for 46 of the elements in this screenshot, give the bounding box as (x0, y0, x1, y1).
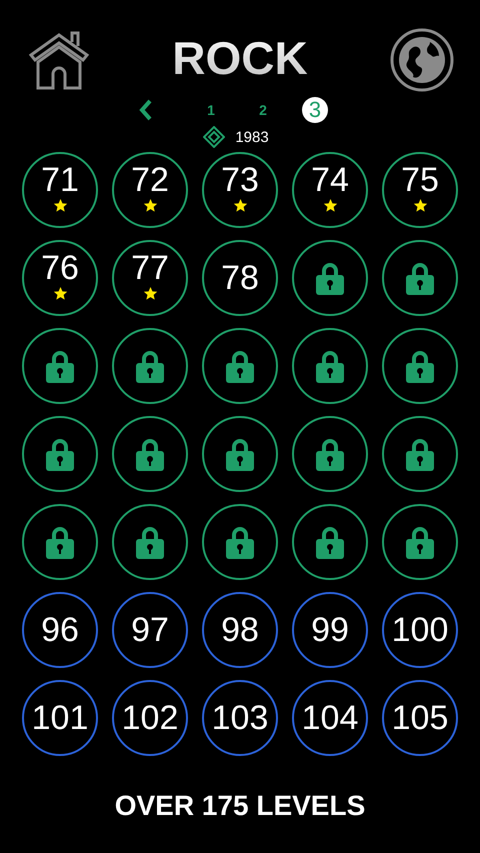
level-button[interactable]: 101 (22, 680, 98, 756)
level-button[interactable]: 74 (292, 152, 368, 228)
level-button[interactable]: 71 (22, 152, 98, 228)
padlock-icon (45, 437, 75, 471)
level-button[interactable]: 105 (382, 680, 458, 756)
padlock-icon (45, 349, 75, 383)
padlock-icon (315, 349, 345, 383)
padlock-icon (135, 525, 165, 559)
page-button[interactable]: 1 (198, 97, 224, 123)
level-button[interactable]: 98 (202, 592, 278, 668)
home-button[interactable] (28, 30, 90, 92)
level-button[interactable]: 76 (22, 240, 98, 316)
level-button[interactable]: 104 (292, 680, 368, 756)
back-button[interactable] (139, 99, 153, 121)
padlock-icon (315, 525, 345, 559)
level-button[interactable]: 103 (202, 680, 278, 756)
levels-caption: OVER 175 LEVELS (114, 790, 366, 822)
padlock-icon (45, 525, 75, 559)
level-button[interactable]: 75 (382, 152, 458, 228)
level-button[interactable]: 73 (202, 152, 278, 228)
padlock-icon (135, 349, 165, 383)
padlock-icon (315, 261, 345, 295)
level-button[interactable]: 99 (292, 592, 368, 668)
level-button[interactable]: 72 (112, 152, 188, 228)
diamond-icon (203, 126, 226, 148)
home-icon (28, 30, 90, 90)
padlock-icon (225, 525, 255, 559)
level-button[interactable]: 100 (382, 592, 458, 668)
padlock-icon (405, 437, 435, 471)
padlock-icon (135, 437, 165, 471)
chevron-left-icon (139, 99, 153, 121)
padlock-icon (225, 437, 255, 471)
padlock-icon (225, 349, 255, 383)
score-value: 1983 (235, 128, 269, 146)
level-button[interactable]: 102 (112, 680, 188, 756)
level-button[interactable]: 78 (202, 240, 278, 316)
globe-icon (390, 28, 454, 92)
padlock-icon (405, 525, 435, 559)
padlock-icon (405, 349, 435, 383)
padlock-icon (405, 261, 435, 295)
level-button[interactable]: 96 (22, 592, 98, 668)
globe-button[interactable] (390, 28, 454, 94)
page-button[interactable]: 2 (250, 97, 276, 123)
padlock-icon (315, 437, 345, 471)
level-button[interactable]: 77 (112, 240, 188, 316)
level-button[interactable]: 97 (112, 592, 188, 668)
